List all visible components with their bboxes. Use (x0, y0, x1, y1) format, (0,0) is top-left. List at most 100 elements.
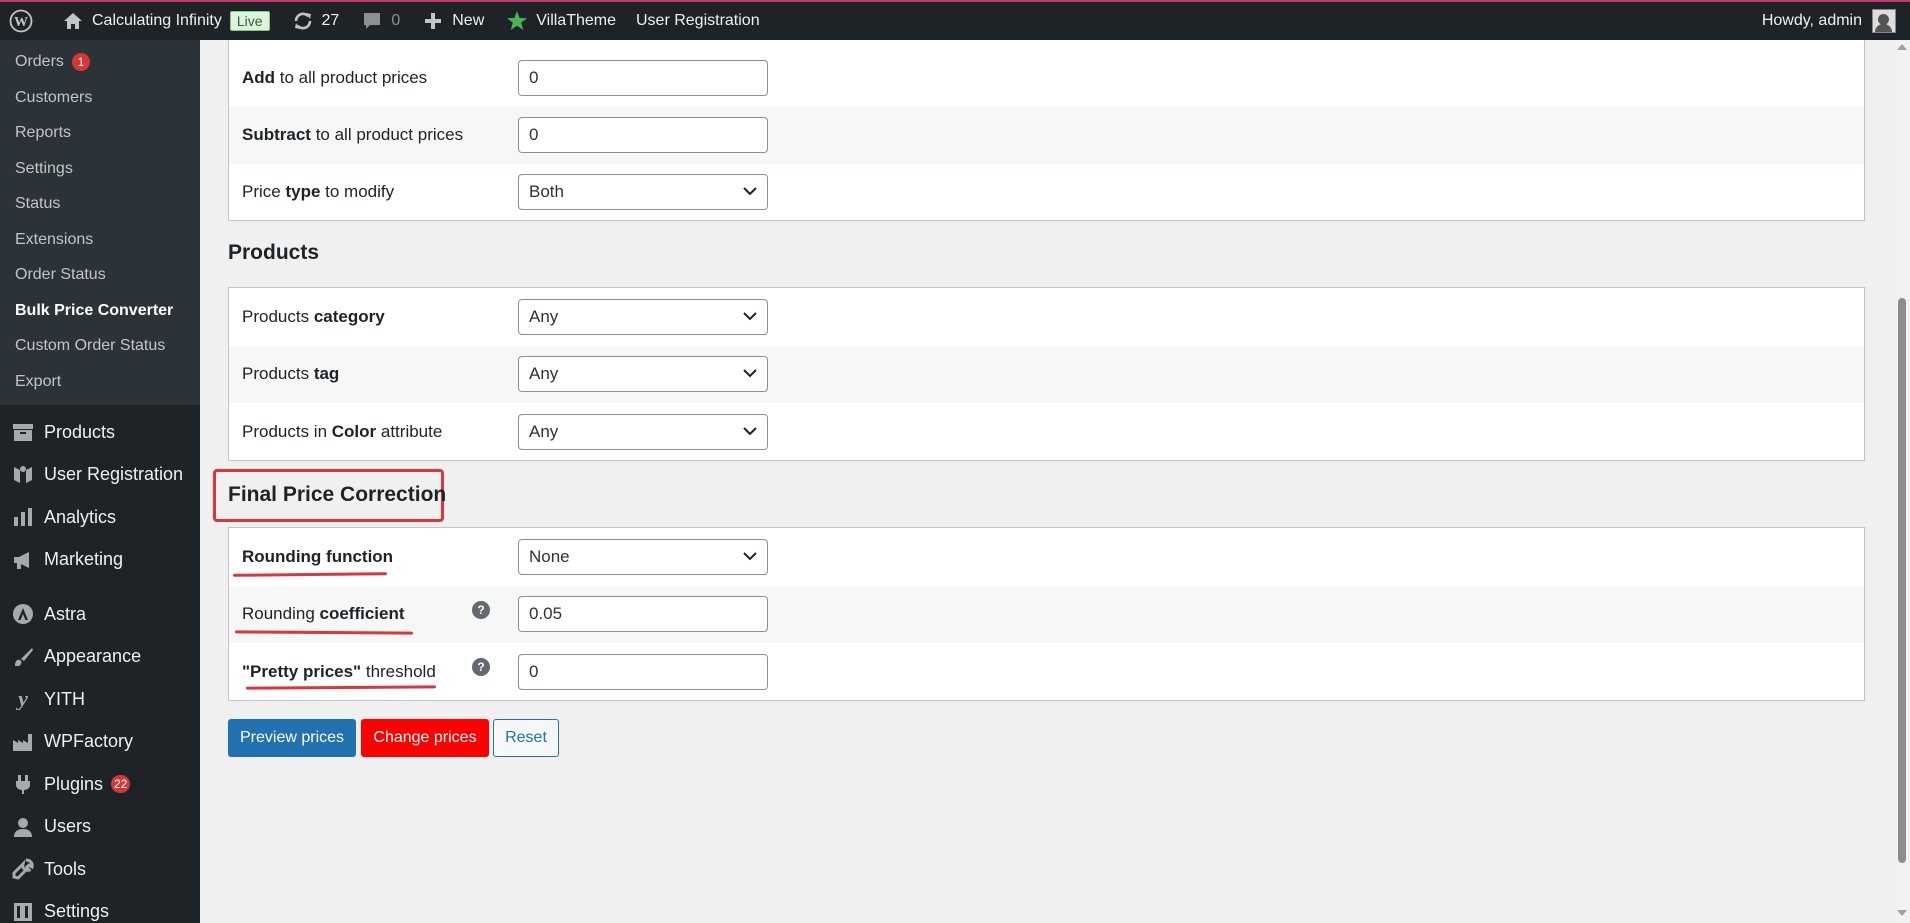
products-color-select[interactable]: Any (518, 413, 768, 450)
menu-item-label: User Registration (44, 464, 184, 485)
users-icon (10, 814, 36, 840)
preview-prices-button[interactable]: Preview prices (228, 719, 356, 757)
scroll-thumb[interactable] (1898, 298, 1906, 863)
menu-item-settings[interactable]: Settings (0, 891, 200, 923)
menu-item-analytics[interactable]: Analytics (0, 496, 200, 539)
yith-icon: y (10, 686, 36, 712)
submenu-item-settings[interactable]: Settings (0, 151, 200, 187)
comments-link[interactable]: 0 (349, 1, 410, 41)
submenu-item-label: Bulk Price Converter (15, 301, 174, 319)
menu-item-wpfactory[interactable]: WPFactory (0, 721, 200, 764)
submenu-item-order-status[interactable]: Order Status (0, 257, 200, 293)
wordpress-logo-button[interactable]: W (0, 1, 50, 41)
menu-separator (0, 581, 200, 593)
new-label: New (452, 12, 485, 29)
menu-item-appearance[interactable]: Appearance (0, 636, 200, 679)
villatheme-link[interactable]: VillaTheme (494, 1, 626, 41)
submenu-item-orders[interactable]: Orders 1 (0, 44, 200, 80)
svg-text:W: W (14, 15, 28, 30)
submenu-item-label: Customers (15, 88, 93, 106)
user-registration-link[interactable]: User Registration (626, 1, 770, 41)
rounding-coefficient-label: Rounding coefficient (242, 604, 405, 624)
submenu-item-customers[interactable]: Customers (0, 80, 200, 116)
user-registration-label: User Registration (636, 12, 760, 29)
rounding-function-value: None (529, 546, 570, 566)
howdy-text: Howdy, admin (1761, 12, 1862, 29)
submenu-item-label: Orders (15, 53, 64, 70)
refresh-icon (290, 8, 316, 34)
submenu-item-label: Extensions (15, 230, 94, 248)
admin-bar: W Calculating Infinity Live 27 0 New Vil… (0, 0, 1910, 40)
plugin-icon (10, 771, 36, 797)
help-icon[interactable]: ? (472, 600, 490, 619)
menu-item-label: WPFactory (44, 731, 134, 752)
paintbrush-icon (10, 644, 36, 670)
menu-item-tools[interactable]: Tools (0, 848, 200, 891)
menu-item-astra[interactable]: Astra (0, 593, 200, 636)
updates-link[interactable]: 27 (280, 1, 350, 41)
pretty-prices-input[interactable]: 0 (518, 653, 768, 690)
wrench-icon (10, 856, 36, 882)
submenu-item-bulk-price-converter[interactable]: Bulk Price Converter (0, 293, 200, 329)
products-tag-row: Products tag Any (229, 345, 1864, 403)
submenu-item-custom-order-status[interactable]: Custom Order Status (0, 328, 200, 364)
megaphone-icon (10, 547, 36, 573)
chevron-down-icon (743, 312, 757, 321)
updates-count: 27 (321, 12, 340, 29)
rounding-coefficient-row: Rounding coefficient ? 0.05 (229, 585, 1864, 643)
submenu-item-label: Order Status (15, 266, 106, 283)
site-name-link[interactable]: Calculating Infinity Live (50, 1, 280, 41)
reset-button[interactable]: Reset (493, 719, 559, 757)
submenu-item-status[interactable]: Status (0, 186, 200, 222)
new-content-link[interactable]: New (410, 1, 494, 41)
scroll-down-arrow-icon[interactable] (1897, 910, 1907, 916)
menu-item-yith[interactable]: y YITH (0, 678, 200, 721)
my-account[interactable]: Howdy, admin (1762, 9, 1910, 33)
menu-item-user-registration[interactable]: User Registration (0, 454, 200, 497)
submenu-item-label: Export (15, 372, 62, 390)
menu-item-users[interactable]: Users (0, 806, 200, 849)
site-name: Calculating Infinity (92, 12, 222, 29)
home-icon (60, 8, 86, 34)
orders-count-badge: 1 (71, 52, 90, 71)
subtract-to-prices-row: Subtract to all product prices 0 (229, 106, 1864, 164)
scroll-up-arrow-icon[interactable] (1897, 44, 1907, 50)
products-tag-value: Any (529, 364, 559, 384)
menu-item-plugins[interactable]: Plugins 22 (0, 763, 200, 806)
chevron-down-icon (743, 427, 757, 436)
price-type-row: Price type to modify Both (229, 164, 1864, 222)
products-color-row: Products in Color attribute Any (229, 403, 1864, 461)
add-to-prices-input[interactable]: 0 (518, 59, 768, 96)
products-category-select[interactable]: Any (518, 298, 768, 335)
menu-item-products[interactable]: Products (0, 411, 200, 454)
page-scrollbar[interactable] (1893, 40, 1910, 923)
submenu-item-reports[interactable]: Reports (0, 115, 200, 151)
help-icon[interactable]: ? (472, 658, 490, 676)
user-registration-icon (10, 462, 36, 488)
live-badge: Live (229, 11, 270, 31)
price-type-value: Both (529, 182, 564, 202)
menu-item-label: Analytics (44, 506, 117, 527)
final-correction-section-title: Final Price Correction (228, 483, 447, 506)
subtract-to-prices-input[interactable]: 0 (518, 116, 768, 153)
submenu-item-label: Settings (15, 159, 73, 177)
menu-item-label: Tools (44, 858, 87, 879)
products-tag-select[interactable]: Any (518, 356, 768, 393)
chevron-down-icon (743, 187, 757, 196)
price-type-select[interactable]: Both (518, 174, 768, 211)
menu-item-label: Astra (44, 603, 87, 624)
submenu-item-export[interactable]: Export (0, 364, 200, 400)
comments-count: 0 (391, 12, 401, 29)
settings-icon (10, 899, 36, 923)
rounding-coefficient-input[interactable]: 0.05 (518, 596, 768, 633)
price-settings-table: Add to all product prices 0 Subtract to … (228, 40, 1865, 221)
chevron-down-icon (743, 552, 757, 561)
add-to-prices-row: Add to all product prices 0 (229, 49, 1864, 106)
rounding-function-select[interactable]: None (518, 538, 768, 575)
menu-item-marketing[interactable]: Marketing (0, 539, 200, 582)
subtract-to-prices-label: Subtract to all product prices (242, 124, 464, 144)
svg-text:y: y (15, 688, 28, 710)
submenu-item-extensions[interactable]: Extensions (0, 222, 200, 258)
menu-item-label: Settings (44, 901, 110, 922)
change-prices-button[interactable]: Change prices (361, 719, 489, 757)
